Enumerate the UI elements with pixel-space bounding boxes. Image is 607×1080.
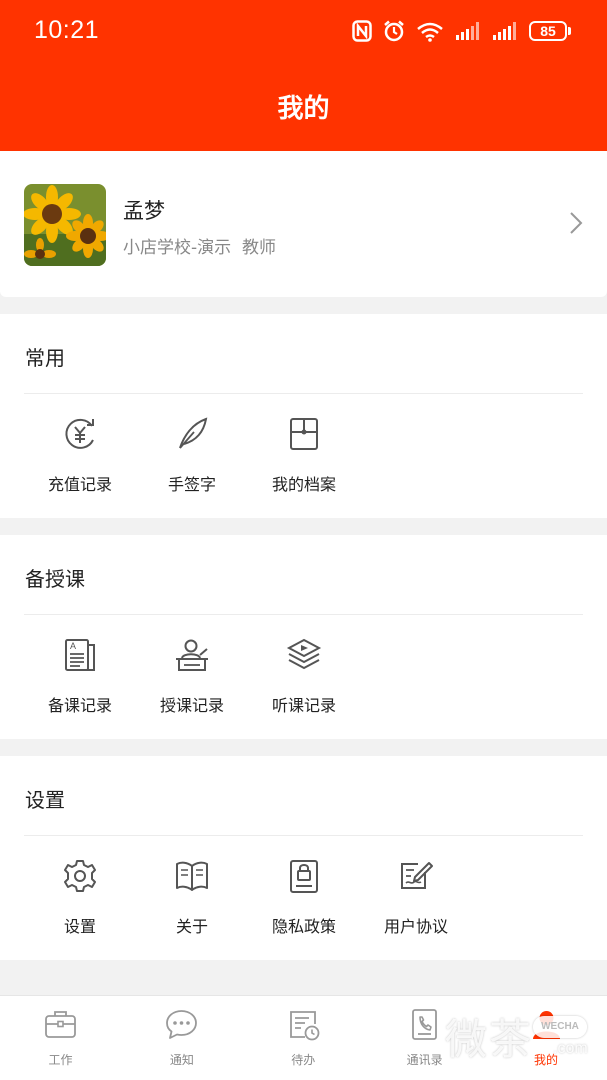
section-title: 设置	[25, 788, 65, 812]
section-title: 常用	[25, 346, 65, 370]
svg-text:A: A	[70, 641, 76, 651]
tab-contacts[interactable]: 通讯录	[364, 996, 485, 1080]
nav-label: 待办	[291, 1053, 316, 1067]
lock-doc-icon	[290, 860, 318, 893]
grid-label: 我的档案	[271, 475, 336, 494]
section-lessons: 备授课 A 备课记录 授课记录 听课记录	[0, 535, 607, 739]
chat-bubble-icon	[166, 1010, 198, 1039]
battery-icon: 85	[529, 21, 571, 41]
sign-doc-icon	[401, 862, 433, 889]
yuan-refresh-icon	[65, 418, 94, 449]
book-icon	[176, 861, 208, 891]
grid-label: 充值记录	[47, 475, 112, 494]
nfc-icon	[352, 20, 372, 42]
user-agreement-button[interactable]: 用户协议	[360, 836, 472, 960]
status-icons: 85	[352, 18, 571, 44]
tab-notifications[interactable]: 通知	[121, 996, 242, 1080]
alarm-icon	[384, 20, 404, 42]
grid-label: 用户协议	[383, 917, 448, 936]
user-name: 孟梦	[123, 199, 165, 223]
tab-todo[interactable]: 待办	[243, 996, 364, 1080]
settings-button[interactable]: 设置	[24, 836, 136, 960]
archive-icon	[290, 418, 318, 450]
observation-records-button[interactable]: 听课记录	[248, 615, 360, 739]
lesson-doc-icon: A	[65, 639, 95, 671]
signal-icon	[493, 22, 516, 40]
app-header: 10:21 85 我的	[0, 0, 607, 151]
nav-label: 我的	[534, 1053, 559, 1067]
page-title: 我的	[277, 94, 330, 124]
signature-button[interactable]: 手签字	[136, 394, 248, 518]
grid-label: 隐私政策	[271, 917, 336, 936]
briefcase-icon	[45, 1011, 76, 1038]
wifi-icon	[417, 22, 443, 42]
recharge-records-button[interactable]: 充值记录	[24, 394, 136, 518]
teaching-records-button[interactable]: 授课记录	[136, 615, 248, 739]
section-title: 备授课	[25, 567, 85, 591]
user-school-role: 小店学校-演示 教师	[123, 233, 276, 258]
privacy-policy-button[interactable]: 隐私政策	[248, 836, 360, 960]
user-role: 教师	[241, 238, 276, 258]
feather-icon	[179, 417, 208, 449]
todo-clock-icon	[289, 1011, 320, 1041]
profile-card[interactable]: 孟梦 小店学校-演示 教师	[0, 151, 607, 297]
status-bar: 10:21 85	[0, 0, 607, 62]
my-archive-button[interactable]: 我的档案	[248, 394, 360, 518]
signal-icon	[456, 22, 479, 40]
section-settings: 设置 设置 关于 隐私政策 用户协议	[0, 756, 607, 960]
contacts-icon	[412, 1009, 438, 1040]
grid-label: 听课记录	[271, 696, 336, 715]
grid-label: 设置	[63, 917, 96, 936]
nav-label: 工作	[48, 1053, 73, 1067]
tab-mine[interactable]: 我的	[486, 996, 607, 1080]
status-time: 10:21	[34, 16, 100, 44]
grid-label: 关于	[175, 917, 208, 936]
section-common: 常用 充值记录 手签字 我的档案	[0, 314, 607, 518]
battery-level: 85	[529, 21, 567, 41]
bottom-nav: 工作 通知 待办 通讯录 我的	[0, 995, 607, 1080]
sunflower-avatar	[24, 184, 106, 266]
profile-icon	[532, 1011, 560, 1039]
grid-label: 备课记录	[47, 696, 112, 715]
grid-label: 授课记录	[159, 696, 224, 715]
nav-label: 通知	[169, 1053, 194, 1067]
video-stack-icon	[286, 638, 322, 670]
lesson-prep-records-button[interactable]: A 备课记录	[24, 615, 136, 739]
about-button[interactable]: 关于	[136, 836, 248, 960]
grid-label: 手签字	[167, 475, 216, 494]
gear-icon	[64, 860, 96, 892]
nav-label: 通讯录	[406, 1053, 443, 1067]
user-school: 小店学校-演示	[123, 238, 232, 258]
teacher-podium-icon	[176, 639, 208, 671]
avatar	[24, 184, 106, 266]
chevron-right-icon	[570, 212, 583, 234]
tab-work[interactable]: 工作	[0, 996, 121, 1080]
